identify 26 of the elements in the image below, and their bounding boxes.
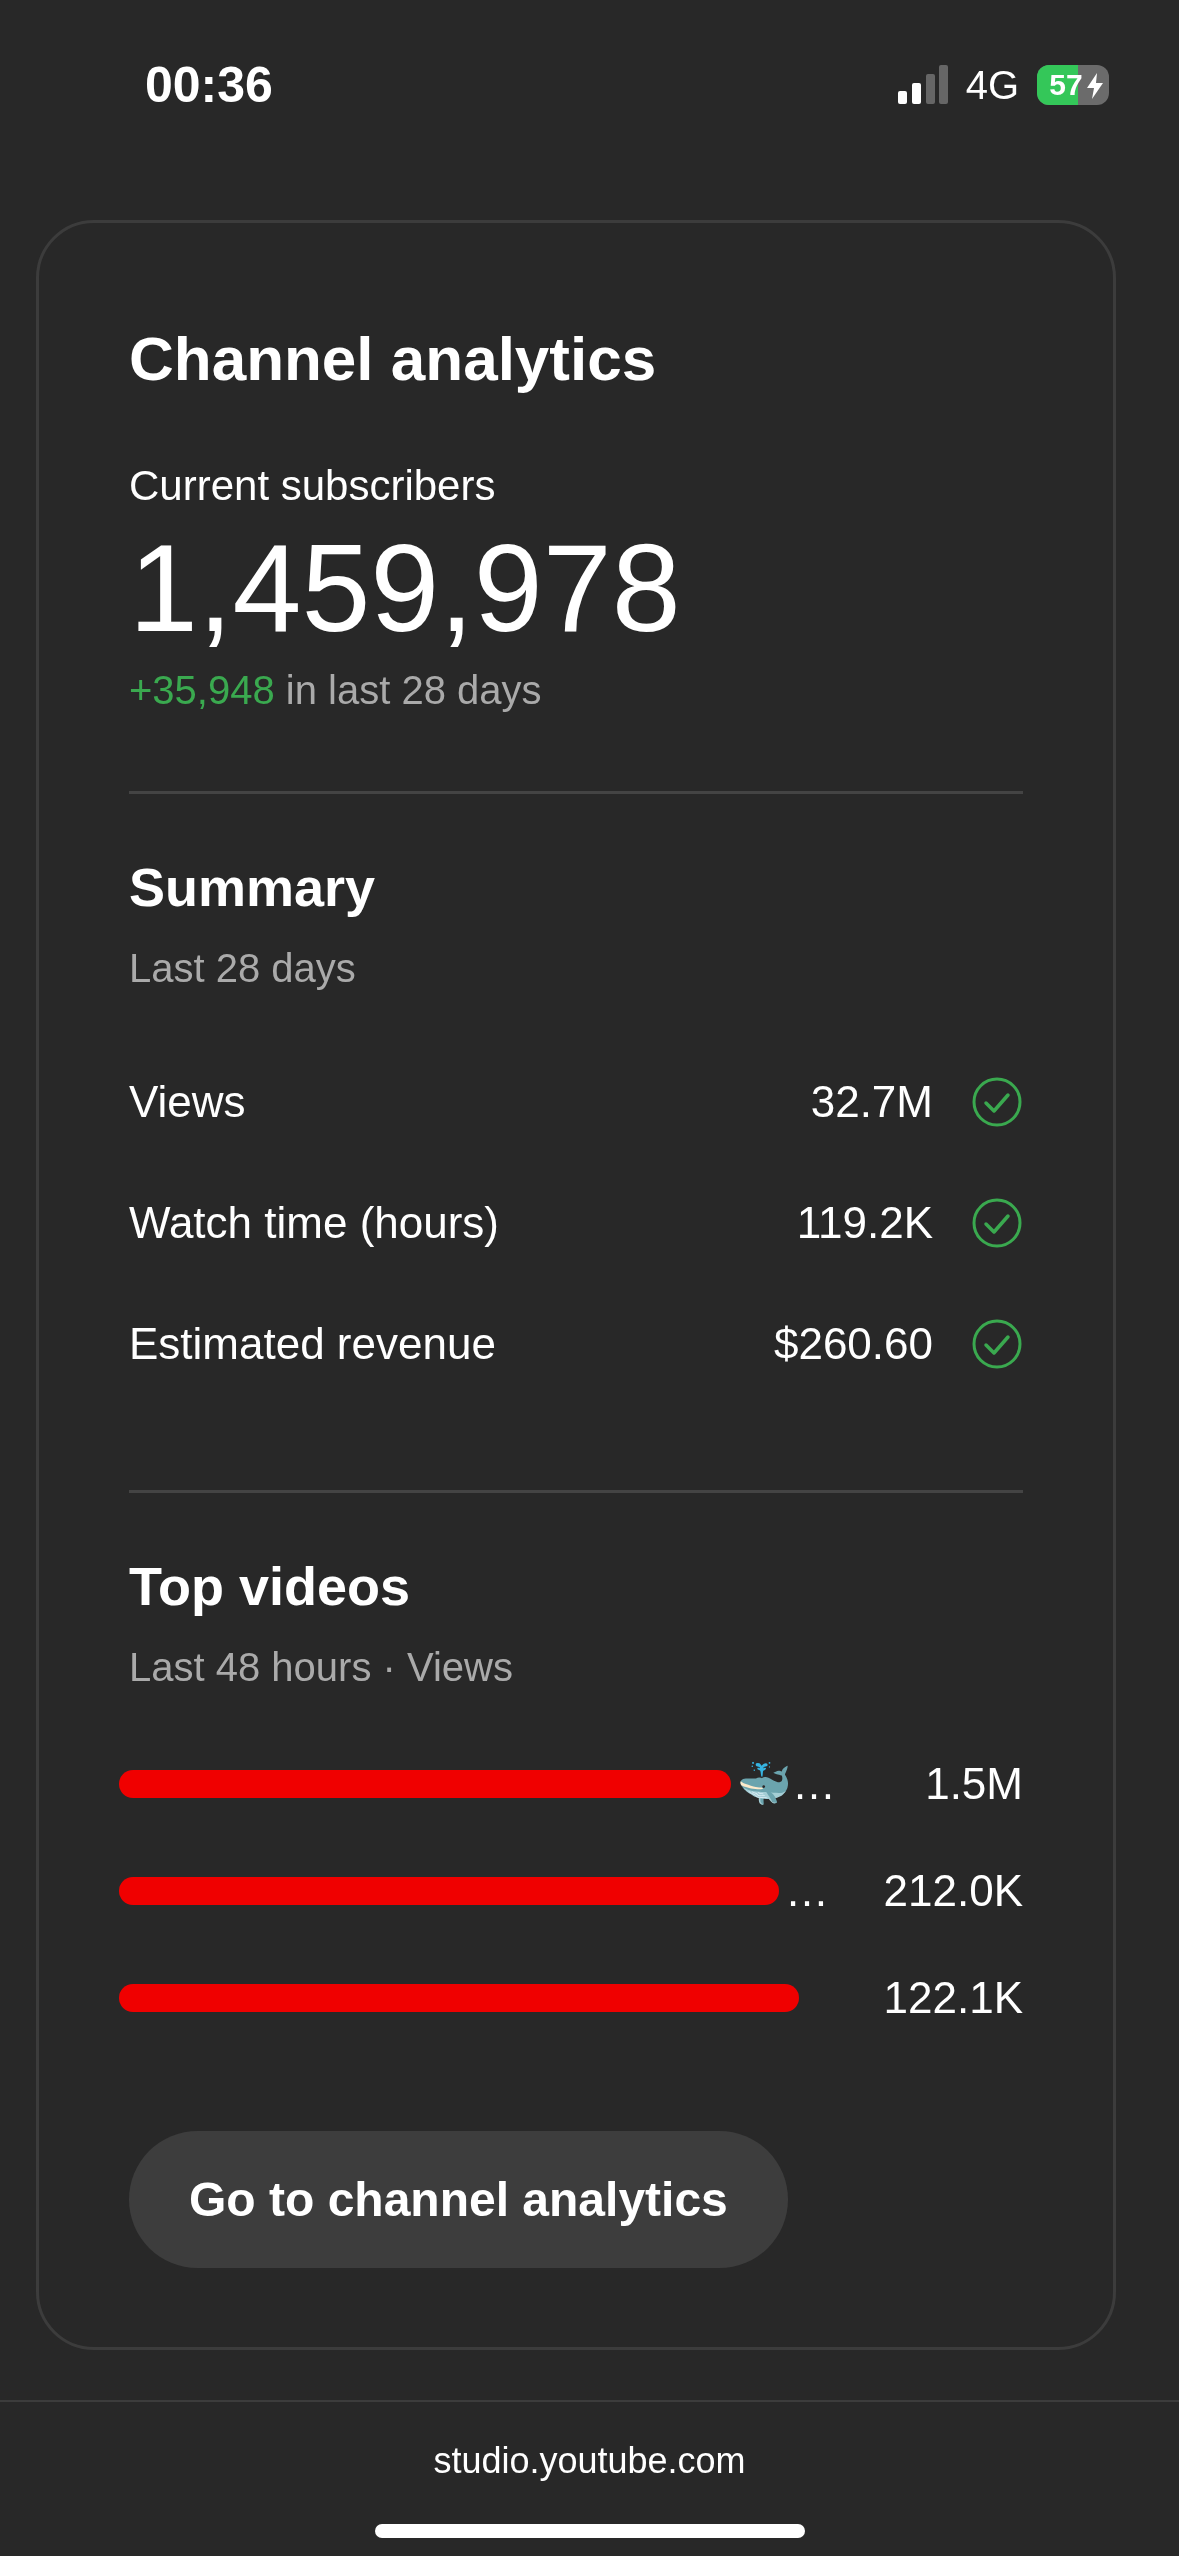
section-subtitle: Last 28 days — [129, 946, 357, 992]
metric-label: Watch time (hours) — [129, 1197, 500, 1248]
channel-analytics-button[interactable]: Go to channel analytics — [129, 2131, 788, 2269]
home-indicator[interactable] — [374, 2524, 805, 2538]
subscriber-count: 1,459,978 — [129, 520, 682, 657]
video-views: 1.5M — [925, 1758, 1023, 1809]
section-title: Top videos — [129, 1555, 412, 1618]
video-title[interactable]: … — [785, 1865, 829, 1916]
metric-value: 32.7M — [810, 1076, 933, 1127]
url-label[interactable]: studio.youtube.com — [433, 2440, 746, 2482]
metric-label: Views — [129, 1076, 247, 1127]
section-title: Summary — [129, 856, 377, 919]
video-views: 122.1K — [883, 1972, 1023, 2023]
video-views: 212.0K — [883, 1865, 1023, 1916]
video-title[interactable]: 🐳… — [737, 1757, 836, 1810]
metric-value: 119.2K — [796, 1197, 933, 1248]
subscribers-label: Current subscribers — [129, 462, 497, 510]
status-time: 00:36 — [145, 56, 273, 114]
subscriber-change: +35,948 in last 28 days — [129, 668, 543, 714]
signal-icon — [897, 65, 948, 105]
section-subtitle: Last 48 hours · Views — [129, 1645, 514, 1691]
metric-label: Estimated revenue — [129, 1318, 497, 1369]
battery-icon: 57 — [1037, 65, 1109, 105]
card-title: Channel analytics — [129, 323, 658, 394]
network-label: 4G — [965, 62, 1019, 108]
metric-value: $260.60 — [773, 1318, 933, 1369]
